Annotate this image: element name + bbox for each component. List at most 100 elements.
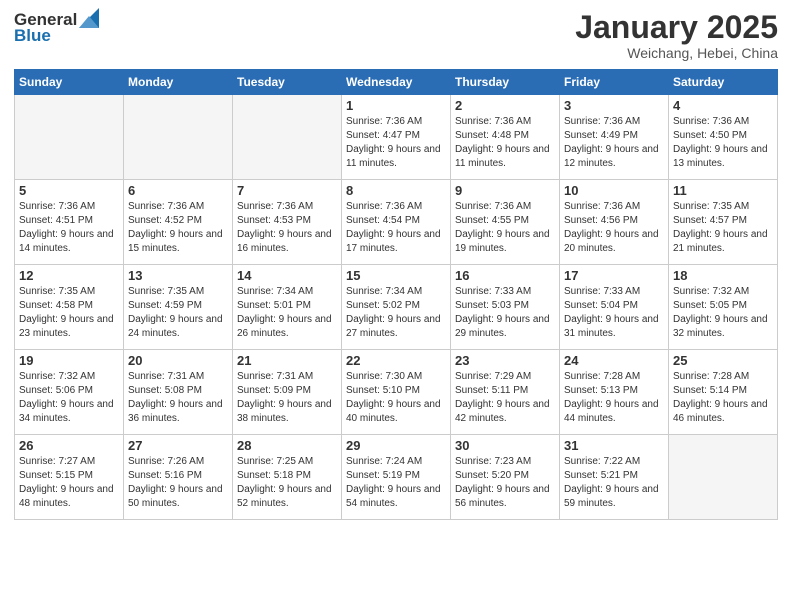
day-number: 21 <box>237 353 337 368</box>
day-cell: 28 Sunrise: 7:25 AM Sunset: 5:18 PM Dayli… <box>233 435 342 520</box>
day-info: Sunrise: 7:36 AM Sunset: 4:51 PM Dayligh… <box>19 200 119 256</box>
day-number: 10 <box>564 183 664 198</box>
day-cell: 1 Sunrise: 7:36 AM Sunset: 4:47 PM Daylig… <box>342 95 451 180</box>
day-cell: 15Sunrise: 7:34 AM Sunset: 5:02 PM Dayli… <box>342 265 451 350</box>
day-number: 22 <box>346 353 446 368</box>
day-cell <box>15 95 124 180</box>
day-cell: 4 Sunrise: 7:36 AM Sunset: 4:50 PM Daylig… <box>669 95 778 180</box>
day-info: Sunrise: 7:30 AM Sunset: 5:10 PM Dayligh… <box>346 370 446 426</box>
day-cell: 5 Sunrise: 7:36 AM Sunset: 4:51 PM Daylig… <box>15 180 124 265</box>
day-cell: 12 Sunrise: 7:35 AM Sunset: 4:58 PM Dayli… <box>15 265 124 350</box>
day-cell: 30 Sunrise: 7:23 AM Sunset: 5:20 PM Dayli… <box>451 435 560 520</box>
day-info: Sunrise: 7:32 AM Sunset: 5:05 PM Dayligh… <box>673 285 773 341</box>
day-cell: 8 Sunrise: 7:36 AM Sunset: 4:54 PM Daylig… <box>342 180 451 265</box>
weekday-saturday: Saturday <box>669 70 778 95</box>
day-number: 7 <box>237 183 337 198</box>
week-row-2: 12 Sunrise: 7:35 AM Sunset: 4:58 PM Dayli… <box>15 265 778 350</box>
title-block: January 2025 Weichang, Hebei, China <box>575 10 778 61</box>
day-cell <box>233 95 342 180</box>
day-cell: 17 Sunrise: 7:33 AM Sunset: 5:04 PM Dayli… <box>560 265 669 350</box>
day-cell: 27 Sunrise: 7:26 AM Sunset: 5:16 PM Dayli… <box>124 435 233 520</box>
day-number: 15 <box>346 268 446 283</box>
day-cell: 11Sunrise: 7:35 AM Sunset: 4:57 PM Dayli… <box>669 180 778 265</box>
weekday-friday: Friday <box>560 70 669 95</box>
day-info: Sunrise: 7:33 AM Sunset: 5:03 PM Dayligh… <box>455 285 555 341</box>
logo-icon <box>79 8 99 28</box>
day-info: Sunrise: 7:31 AM Sunset: 5:08 PM Dayligh… <box>128 370 228 426</box>
day-number: 18 <box>673 268 773 283</box>
day-info: Sunrise: 7:31 AM Sunset: 5:09 PM Dayligh… <box>237 370 337 426</box>
week-row-3: 19 Sunrise: 7:32 AM Sunset: 5:06 PM Dayli… <box>15 350 778 435</box>
day-cell: 3Sunrise: 7:36 AM Sunset: 4:49 PM Daylig… <box>560 95 669 180</box>
day-info: Sunrise: 7:28 AM Sunset: 5:13 PM Dayligh… <box>564 370 664 426</box>
week-row-1: 5 Sunrise: 7:36 AM Sunset: 4:51 PM Daylig… <box>15 180 778 265</box>
day-cell: 29 Sunrise: 7:24 AM Sunset: 5:19 PM Dayli… <box>342 435 451 520</box>
logo: General Blue <box>14 10 99 46</box>
day-info: Sunrise: 7:28 AM Sunset: 5:14 PM Dayligh… <box>673 370 773 426</box>
calendar: SundayMondayTuesdayWednesdayThursdayFrid… <box>14 69 778 520</box>
day-number: 12 <box>19 268 119 283</box>
day-info: Sunrise: 7:35 AM Sunset: 4:58 PM Dayligh… <box>19 285 119 341</box>
day-number: 26 <box>19 438 119 453</box>
day-info: Sunrise: 7:36 AM Sunset: 4:54 PM Dayligh… <box>346 200 446 256</box>
day-number: 30 <box>455 438 555 453</box>
location-title: Weichang, Hebei, China <box>575 45 778 61</box>
logo-blue: Blue <box>14 26 51 46</box>
day-cell: 24 Sunrise: 7:28 AM Sunset: 5:13 PM Dayli… <box>560 350 669 435</box>
day-cell: 14 Sunrise: 7:34 AM Sunset: 5:01 PM Dayli… <box>233 265 342 350</box>
day-number: 24 <box>564 353 664 368</box>
day-number: 19 <box>19 353 119 368</box>
day-number: 23 <box>455 353 555 368</box>
day-cell: 19 Sunrise: 7:32 AM Sunset: 5:06 PM Dayli… <box>15 350 124 435</box>
day-info: Sunrise: 7:23 AM Sunset: 5:20 PM Dayligh… <box>455 455 555 511</box>
day-number: 3 <box>564 98 664 113</box>
day-number: 6 <box>128 183 228 198</box>
day-cell: 7Sunrise: 7:36 AM Sunset: 4:53 PM Daylig… <box>233 180 342 265</box>
day-info: Sunrise: 7:35 AM Sunset: 4:59 PM Dayligh… <box>128 285 228 341</box>
day-cell: 23 Sunrise: 7:29 AM Sunset: 5:11 PM Dayli… <box>451 350 560 435</box>
day-info: Sunrise: 7:24 AM Sunset: 5:19 PM Dayligh… <box>346 455 446 511</box>
day-number: 27 <box>128 438 228 453</box>
day-cell: 9Sunrise: 7:36 AM Sunset: 4:55 PM Daylig… <box>451 180 560 265</box>
day-info: Sunrise: 7:36 AM Sunset: 4:50 PM Dayligh… <box>673 115 773 171</box>
weekday-header-row: SundayMondayTuesdayWednesdayThursdayFrid… <box>15 70 778 95</box>
day-number: 16 <box>455 268 555 283</box>
day-cell: 25Sunrise: 7:28 AM Sunset: 5:14 PM Dayli… <box>669 350 778 435</box>
weekday-wednesday: Wednesday <box>342 70 451 95</box>
month-title: January 2025 <box>575 10 778 45</box>
day-info: Sunrise: 7:33 AM Sunset: 5:04 PM Dayligh… <box>564 285 664 341</box>
day-cell: 18 Sunrise: 7:32 AM Sunset: 5:05 PM Dayli… <box>669 265 778 350</box>
day-info: Sunrise: 7:35 AM Sunset: 4:57 PM Dayligh… <box>673 200 773 256</box>
day-number: 28 <box>237 438 337 453</box>
day-number: 8 <box>346 183 446 198</box>
day-number: 29 <box>346 438 446 453</box>
day-cell: 20 Sunrise: 7:31 AM Sunset: 5:08 PM Dayli… <box>124 350 233 435</box>
day-cell: 21 Sunrise: 7:31 AM Sunset: 5:09 PM Dayli… <box>233 350 342 435</box>
day-cell: 31Sunrise: 7:22 AM Sunset: 5:21 PM Dayli… <box>560 435 669 520</box>
day-number: 1 <box>346 98 446 113</box>
day-number: 4 <box>673 98 773 113</box>
day-cell: 2Sunrise: 7:36 AM Sunset: 4:48 PM Daylig… <box>451 95 560 180</box>
day-number: 17 <box>564 268 664 283</box>
day-number: 2 <box>455 98 555 113</box>
day-info: Sunrise: 7:26 AM Sunset: 5:16 PM Dayligh… <box>128 455 228 511</box>
day-info: Sunrise: 7:36 AM Sunset: 4:47 PM Dayligh… <box>346 115 446 171</box>
day-cell: 6 Sunrise: 7:36 AM Sunset: 4:52 PM Daylig… <box>124 180 233 265</box>
day-info: Sunrise: 7:34 AM Sunset: 5:01 PM Dayligh… <box>237 285 337 341</box>
header: General Blue January 2025 Weichang, Hebe… <box>14 10 778 61</box>
day-number: 31 <box>564 438 664 453</box>
day-cell: 16 Sunrise: 7:33 AM Sunset: 5:03 PM Dayli… <box>451 265 560 350</box>
day-number: 20 <box>128 353 228 368</box>
day-number: 5 <box>19 183 119 198</box>
day-cell <box>669 435 778 520</box>
weekday-thursday: Thursday <box>451 70 560 95</box>
day-number: 14 <box>237 268 337 283</box>
day-cell: 13Sunrise: 7:35 AM Sunset: 4:59 PM Dayli… <box>124 265 233 350</box>
week-row-0: 1 Sunrise: 7:36 AM Sunset: 4:47 PM Daylig… <box>15 95 778 180</box>
day-info: Sunrise: 7:36 AM Sunset: 4:52 PM Dayligh… <box>128 200 228 256</box>
day-cell: 22 Sunrise: 7:30 AM Sunset: 5:10 PM Dayli… <box>342 350 451 435</box>
day-info: Sunrise: 7:32 AM Sunset: 5:06 PM Dayligh… <box>19 370 119 426</box>
day-info: Sunrise: 7:29 AM Sunset: 5:11 PM Dayligh… <box>455 370 555 426</box>
day-info: Sunrise: 7:25 AM Sunset: 5:18 PM Dayligh… <box>237 455 337 511</box>
day-cell: 26Sunrise: 7:27 AM Sunset: 5:15 PM Dayli… <box>15 435 124 520</box>
